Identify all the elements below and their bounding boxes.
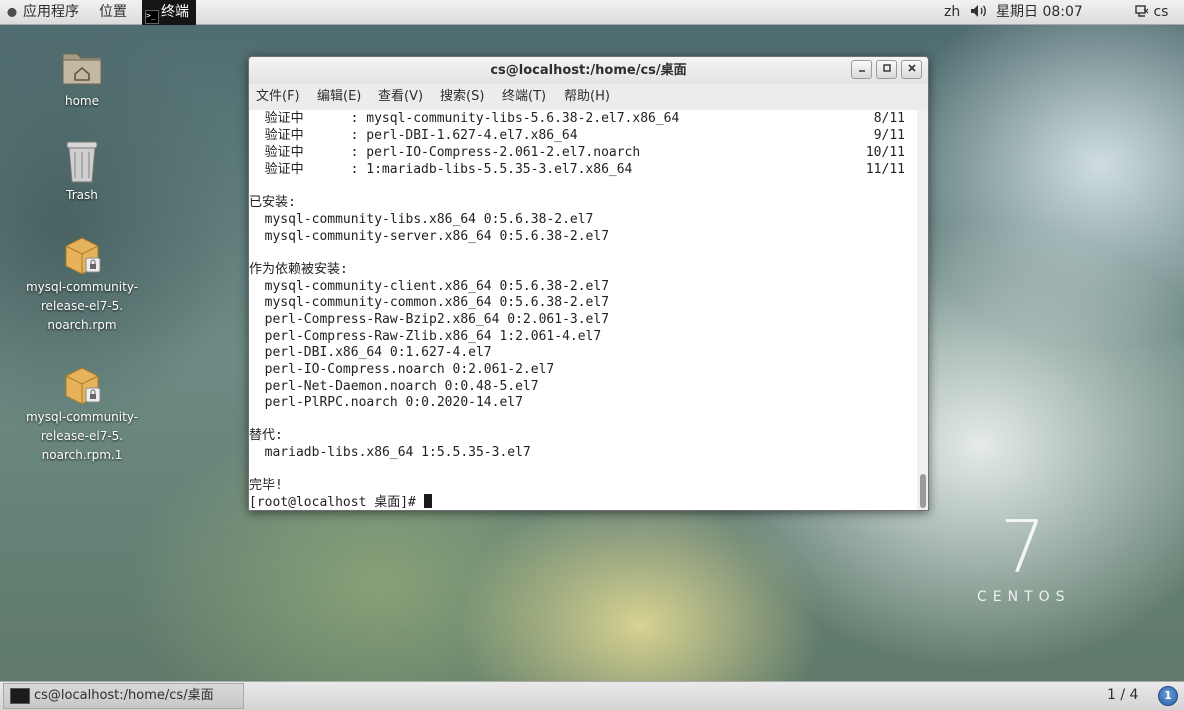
terminal-section-header: 替代:	[249, 428, 283, 443]
terminal-section-header: 作为依赖被安装:	[249, 262, 348, 277]
terminal-line: 验证中 : perl-IO-Compress-2.061-2.el7.noarc…	[249, 145, 641, 160]
centos-logo-text: CENTOS	[977, 589, 1071, 605]
terminal-line: mariadb-libs.x86_64 1:5.5.35-3.el7	[249, 445, 531, 460]
terminal-line: perl-IO-Compress.noarch 0:2.061-2.el7	[249, 362, 555, 377]
progress-count: 9/11	[873, 128, 905, 143]
speaker-icon[interactable]	[970, 0, 988, 25]
package-icon	[65, 237, 101, 274]
maximize-icon	[882, 64, 891, 72]
desktop-icon-rpm-1[interactable]: mysql-community- release-el7-5. noarch.r…	[22, 364, 142, 465]
centos-logo-number: 7	[1000, 505, 1048, 589]
desktop-icon-rpm[interactable]: mysql-community- release-el7-5. noarch.r…	[22, 234, 142, 335]
terminal-window[interactable]: cs@localhost:/home/cs/桌面 文件(F) 编辑(E) 查看(…	[248, 56, 929, 511]
taskbar-window-label: cs@localhost:/home/cs/桌面	[34, 688, 214, 703]
terminal-line: mysql-community-server.x86_64 0:5.6.38-2…	[249, 229, 610, 244]
terminal-icon: >_	[145, 10, 159, 24]
minimize-icon	[858, 70, 865, 72]
notification-badge[interactable]: 1	[1158, 686, 1178, 706]
desktop-icon-trash[interactable]: Trash	[44, 138, 120, 205]
menu-help[interactable]: 帮助(H)	[564, 84, 610, 110]
desktop-icon-label-line: mysql-community-	[25, 280, 139, 294]
applications-menu[interactable]: 应用程序	[5, 0, 79, 25]
menu-edit[interactable]: 编辑(E)	[317, 84, 361, 110]
scrollbar-thumb[interactable]	[920, 474, 926, 508]
terminal-menubar: 文件(F) 编辑(E) 查看(V) 搜索(S) 终端(T) 帮助(H)	[249, 84, 928, 110]
shell-prompt-line[interactable]: [root@localhost 桌面]#	[249, 494, 432, 510]
desktop-icon-home[interactable]: home	[44, 44, 120, 111]
terminal-line: mysql-community-client.x86_64 0:5.6.38-2…	[249, 279, 610, 294]
desktop-icon-label-line: release-el7-5.	[40, 429, 124, 443]
desktop-icon-label: home	[64, 94, 100, 108]
window-title: cs@localhost:/home/cs/桌面	[490, 63, 687, 78]
clock-text: 星期日 08:07	[996, 4, 1083, 20]
menu-file[interactable]: 文件(F)	[256, 84, 300, 110]
top-panel: 应用程序 位置 >_ 终端 zh 星期日 08:07 cs	[0, 0, 1184, 25]
terminal-line: 验证中 : mysql-community-libs-5.6.38-2.el7.…	[249, 111, 680, 126]
minimize-button[interactable]	[851, 60, 872, 79]
window-titlebar[interactable]: cs@localhost:/home/cs/桌面	[249, 57, 928, 84]
progress-count: 10/11	[865, 145, 905, 160]
shell-prompt: [root@localhost 桌面]#	[249, 495, 424, 510]
clock[interactable]: 星期日 08:07	[996, 0, 1083, 25]
places-menu[interactable]: 位置	[99, 0, 127, 25]
desktop-icon-label-line: noarch.rpm.1	[41, 448, 123, 462]
applications-menu-label: 应用程序	[23, 4, 79, 20]
terminal-line: mysql-community-common.x86_64 0:5.6.38-2…	[249, 295, 610, 310]
text-cursor	[423, 494, 432, 508]
desktop-icon-label: Trash	[66, 188, 98, 202]
close-icon	[907, 64, 916, 72]
progress-count: 8/11	[873, 111, 905, 126]
desktop-icon-label-line: noarch.rpm	[47, 318, 117, 332]
package-icon	[65, 367, 101, 404]
terminal-line: perl-PlRPC.noarch 0:0.2020-14.el7	[249, 395, 523, 410]
taskbar-window-button[interactable]: cs@localhost:/home/cs/桌面	[3, 683, 244, 709]
active-window-indicator[interactable]: >_ 终端	[142, 0, 196, 25]
terminal-line: perl-DBI.x86_64 0:1.627-4.el7	[249, 345, 492, 360]
terminal-line: perl-Compress-Raw-Bzip2.x86_64 0:2.061-3…	[249, 312, 610, 327]
bottom-panel: cs@localhost:/home/cs/桌面 1 / 4 1	[0, 681, 1184, 710]
desktop-icon-label-line: mysql-community-	[25, 410, 139, 424]
terminal-output[interactable]: 验证中 : mysql-community-libs-5.6.38-2.el7.…	[249, 110, 917, 510]
desktop-icon-label-line: release-el7-5.	[40, 299, 124, 313]
home-folder-icon	[62, 53, 102, 85]
input-method-indicator[interactable]: zh	[944, 0, 960, 25]
close-button[interactable]	[901, 60, 922, 79]
menu-terminal[interactable]: 终端(T)	[502, 84, 546, 110]
maximize-button[interactable]	[876, 60, 897, 79]
terminal-line: perl-Compress-Raw-Zlib.x86_64 1:2.061-4.…	[249, 329, 602, 344]
menu-view[interactable]: 查看(V)	[378, 84, 423, 110]
terminal-section-header: 已安装:	[249, 195, 296, 210]
terminal-done-message: 完毕!	[249, 478, 283, 493]
terminal-icon	[10, 688, 30, 704]
network-icon	[1135, 5, 1149, 17]
terminal-line: mysql-community-libs.x86_64 0:5.6.38-2.e…	[249, 212, 594, 227]
terminal-line: 验证中 : perl-DBI-1.627-4.el7.x86_64	[249, 128, 578, 143]
workspace-indicator[interactable]: 1 / 4	[1107, 682, 1138, 709]
trash-icon	[66, 141, 98, 183]
user-menu[interactable]: cs	[1135, 0, 1168, 25]
user-name: cs	[1153, 4, 1169, 20]
menu-search[interactable]: 搜索(S)	[440, 84, 484, 110]
active-window-label: 终端	[161, 4, 189, 20]
gnome-foot-icon	[5, 4, 19, 18]
terminal-line: perl-Net-Daemon.noarch 0:0.48-5.el7	[249, 379, 539, 394]
scrollbar-track[interactable]	[917, 110, 928, 510]
terminal-line: 验证中 : 1:mariadb-libs-5.5.35-3.el7.x86_64	[249, 162, 633, 177]
progress-count: 11/11	[865, 162, 905, 177]
